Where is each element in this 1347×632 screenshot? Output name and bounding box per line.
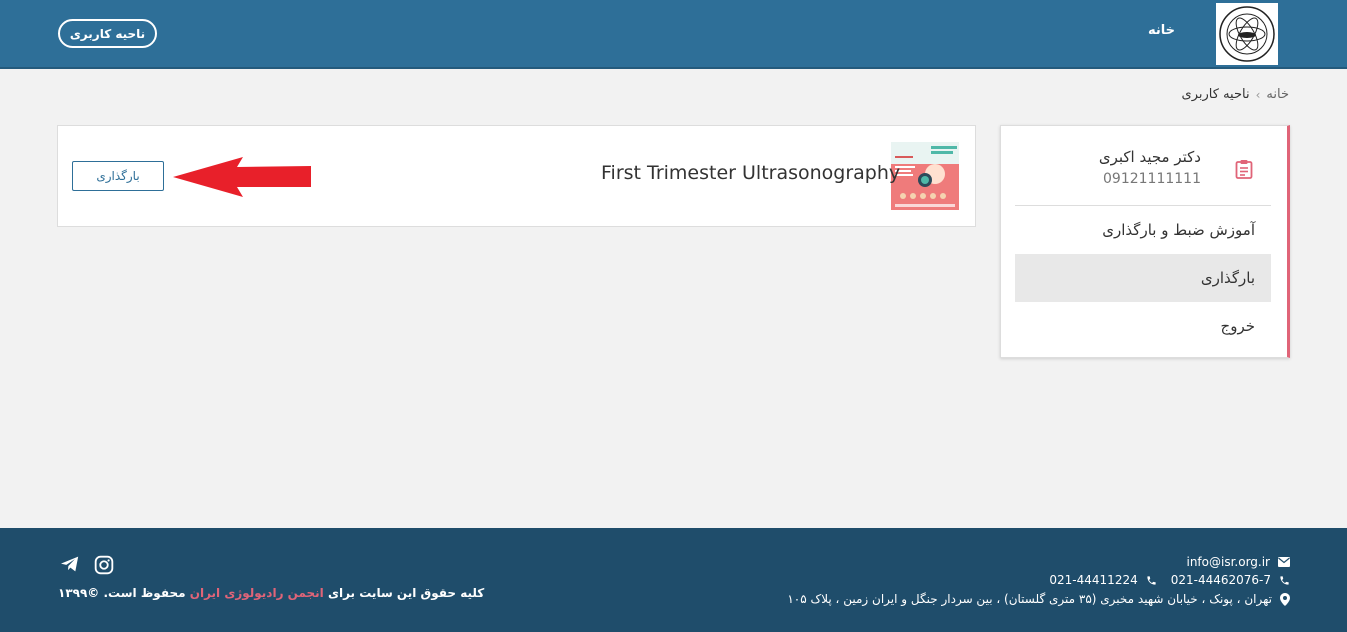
footer-phones: 021-44462076-7 021-44411224 — [1049, 573, 1290, 587]
sidebar-item-upload[interactable]: بارگذاری — [1015, 254, 1271, 302]
breadcrumb: خانه › ناحیه کاربری — [1182, 87, 1289, 102]
logo-emblem-icon — [1219, 6, 1275, 62]
clipboard-icon — [1235, 160, 1253, 179]
site-logo[interactable] — [1216, 3, 1278, 65]
sidebar-item-upload-tutorial[interactable]: آموزش ضبط و بارگذاری — [1015, 206, 1271, 254]
phone-icon — [1280, 575, 1289, 585]
phone2-text: 021-44411224 — [1049, 573, 1138, 587]
user-area-button[interactable]: ناحیه کاربری — [58, 19, 157, 48]
user-profile: دکتر مجید اکبری 09121111111 — [1015, 126, 1271, 206]
social-links — [60, 555, 114, 575]
user-sidebar: دکتر مجید اکبری 09121111111 آموزش ضبط و … — [1000, 125, 1290, 358]
location-pin-icon — [1280, 592, 1290, 606]
copyright-suffix: محفوظ است. ©۱۳۹۹ — [58, 586, 186, 600]
copyright-org-link[interactable]: انجمن رادیولوژی ایران — [190, 586, 324, 600]
telegram-icon[interactable] — [60, 555, 80, 573]
phone-icon — [1147, 575, 1156, 585]
envelope-icon — [1278, 557, 1290, 567]
copyright-prefix: کلیه حقوق این سایت برای — [327, 586, 485, 600]
upload-button[interactable]: بارگذاری — [72, 161, 164, 191]
footer-address: تهران ، پونک ، خیابان شهید مخبری (۳۵ متر… — [787, 592, 1290, 606]
instagram-icon[interactable] — [94, 555, 114, 575]
nav-home-link[interactable]: خانه — [1148, 23, 1175, 38]
course-thumbnail[interactable] — [891, 142, 959, 210]
breadcrumb-current: ناحیه کاربری — [1181, 87, 1250, 102]
address-text: تهران ، پونک ، خیابان شهید مخبری (۳۵ متر… — [787, 592, 1272, 606]
phone1-text: 021-44462076-7 — [1170, 573, 1271, 587]
user-name: دکتر مجید اکبری — [1098, 148, 1201, 166]
sidebar-item-logout[interactable]: خروج — [1015, 302, 1271, 350]
breadcrumb-home[interactable]: خانه — [1266, 87, 1289, 102]
email-text[interactable]: info@isr.org.ir — [1186, 555, 1270, 569]
site-footer: info@isr.org.ir 021-44462076-7 021-44411… — [0, 528, 1347, 632]
site-header: خانه ناحیه کاربری — [0, 0, 1347, 69]
copyright-text: کلیه حقوق این سایت برای انجمن رادیولوژی … — [58, 586, 484, 600]
course-poster-image — [891, 142, 959, 210]
user-phone: 09121111111 — [1103, 171, 1201, 187]
breadcrumb-separator: › — [1255, 87, 1261, 102]
footer-email: info@isr.org.ir — [1186, 555, 1290, 569]
course-title[interactable]: First Trimester Ultrasonography — [601, 162, 900, 184]
red-arrow-annotation — [173, 157, 311, 197]
